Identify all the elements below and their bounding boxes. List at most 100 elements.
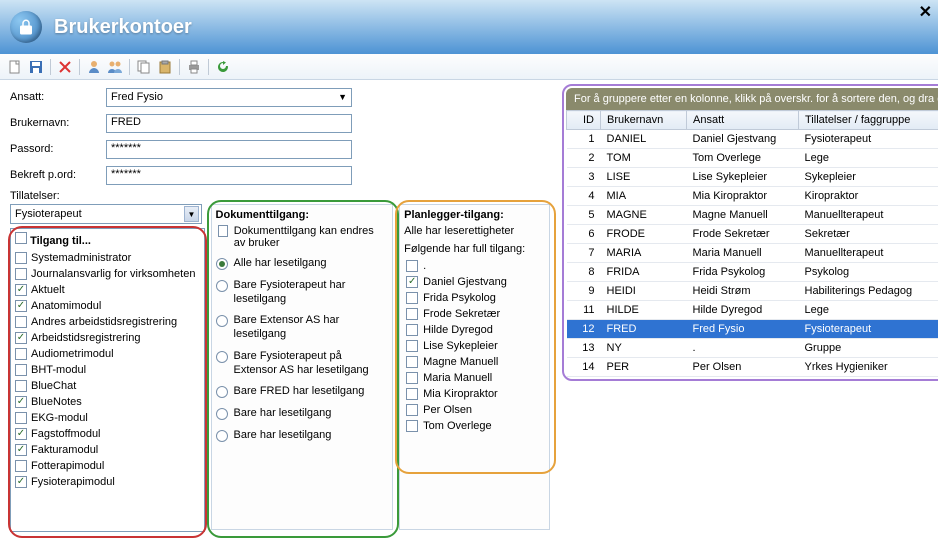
- checkbox-icon[interactable]: [406, 356, 418, 368]
- planner-item[interactable]: Tom Overlege: [404, 418, 545, 434]
- save-icon[interactable]: [27, 58, 45, 76]
- checkbox-icon[interactable]: [406, 324, 418, 336]
- tilgang-item[interactable]: Journalansvarlig for virksomheten: [11, 266, 204, 282]
- bekreft-input[interactable]: *******: [106, 166, 352, 185]
- tilgang-item[interactable]: Anatomimodul: [11, 298, 204, 314]
- planner-item[interactable]: Lise Sykepleier: [404, 338, 545, 354]
- tilgang-item[interactable]: Fysioterapimodul: [11, 474, 204, 490]
- doc-radio-option[interactable]: Bare Fysioterapeut på Extensor AS har le…: [216, 350, 389, 378]
- delete-icon[interactable]: [56, 58, 74, 76]
- doc-radio-option[interactable]: Bare Extensor AS har lesetilgang: [216, 314, 389, 342]
- doc-radio-option[interactable]: Alle har lesetilgang: [216, 257, 389, 271]
- checkbox-icon[interactable]: [15, 396, 27, 408]
- print-icon[interactable]: [185, 58, 203, 76]
- checkbox-icon[interactable]: [406, 308, 418, 320]
- checkbox-icon[interactable]: [406, 276, 418, 288]
- users-icon[interactable]: [106, 58, 124, 76]
- table-row[interactable]: 12FREDFred FysioFysioterapeut: [567, 320, 938, 339]
- copy-icon[interactable]: [135, 58, 153, 76]
- tilgang-item[interactable]: Systemadministrator: [11, 250, 204, 266]
- table-row[interactable]: 9HEIDIHeidi StrømHabiliterings Pedagog: [567, 282, 938, 301]
- table-row[interactable]: 3LISELise SykepleierSykepleier: [567, 168, 938, 187]
- checkbox-icon[interactable]: [15, 444, 27, 456]
- doc-radio-option[interactable]: Bare har lesetilgang: [216, 407, 389, 421]
- checkbox-icon[interactable]: [15, 348, 27, 360]
- paste-icon[interactable]: [156, 58, 174, 76]
- doc-radio-option[interactable]: Bare Fysioterapeut har lesetilgang: [216, 279, 389, 307]
- checkbox-icon[interactable]: [406, 340, 418, 352]
- col-brukernavn[interactable]: Brukernavn: [601, 111, 687, 130]
- doc-radio-option[interactable]: Bare har lesetilgang: [216, 429, 389, 443]
- table-row[interactable]: 6FRODEFrode SekretærSekretær: [567, 225, 938, 244]
- brukernavn-input[interactable]: FRED: [106, 114, 352, 133]
- tilgang-item[interactable]: Andres arbeidstidsregistrering: [11, 314, 204, 330]
- checkbox-icon[interactable]: [15, 364, 27, 376]
- table-row[interactable]: 2TOMTom OverlegeLege: [567, 149, 938, 168]
- planner-item[interactable]: Frida Psykolog: [404, 290, 545, 306]
- planner-item[interactable]: Daniel Gjestvang: [404, 274, 545, 290]
- col-ansatt[interactable]: Ansatt: [687, 111, 799, 130]
- checkbox-icon[interactable]: [15, 476, 27, 488]
- checkbox-icon[interactable]: [15, 300, 27, 312]
- tilgang-item[interactable]: Fagstoffmodul: [11, 426, 204, 442]
- radio-icon[interactable]: [216, 280, 228, 292]
- user-icon[interactable]: [85, 58, 103, 76]
- tilgang-item[interactable]: Fotterapimodul: [11, 458, 204, 474]
- radio-icon[interactable]: [216, 386, 228, 398]
- table-row[interactable]: 5MAGNEMagne ManuellManuellterapeut: [567, 206, 938, 225]
- planner-item[interactable]: Magne Manuell: [404, 354, 545, 370]
- checkbox-icon[interactable]: [406, 260, 418, 272]
- table-row[interactable]: 8FRIDAFrida PsykologPsykolog: [567, 263, 938, 282]
- radio-icon[interactable]: [216, 430, 228, 442]
- col-tillatelser[interactable]: Tillatelser / faggruppe: [799, 111, 938, 130]
- planner-item[interactable]: Mia Kiropraktor: [404, 386, 545, 402]
- refresh-icon[interactable]: [214, 58, 232, 76]
- tilgang-item[interactable]: BlueNotes: [11, 394, 204, 410]
- table-row[interactable]: 11HILDEHilde DyregodLege: [567, 301, 938, 320]
- radio-icon[interactable]: [216, 351, 228, 363]
- radio-icon[interactable]: [216, 315, 228, 327]
- tillatelser-dropdown[interactable]: Fysioterapeut ▼: [10, 204, 202, 224]
- radio-icon[interactable]: [216, 258, 228, 270]
- tilgang-item[interactable]: BlueChat: [11, 378, 204, 394]
- checkbox-icon[interactable]: [406, 420, 418, 432]
- tilgang-item[interactable]: Fakturamodul: [11, 442, 204, 458]
- passord-input[interactable]: *******: [106, 140, 352, 159]
- checkbox-icon[interactable]: [15, 284, 27, 296]
- checkbox-icon[interactable]: [218, 225, 228, 237]
- col-id[interactable]: ID: [567, 111, 601, 130]
- tilgang-item[interactable]: BHT-modul: [11, 362, 204, 378]
- checkbox-icon[interactable]: [15, 380, 27, 392]
- checkbox-icon[interactable]: [15, 428, 27, 440]
- table-row[interactable]: 14PERPer OlsenYrkes Hygieniker: [567, 358, 938, 377]
- checkbox-icon[interactable]: [406, 404, 418, 416]
- new-icon[interactable]: [6, 58, 24, 76]
- doc-radio-option[interactable]: Bare FRED har lesetilgang: [216, 385, 389, 399]
- tilgang-item[interactable]: EKG-modul: [11, 410, 204, 426]
- ansatt-dropdown[interactable]: Fred Fysio ▼: [106, 88, 352, 107]
- planner-item[interactable]: .: [404, 258, 545, 274]
- checkbox-icon[interactable]: [15, 268, 27, 280]
- tilgang-item[interactable]: Aktuelt: [11, 282, 204, 298]
- tilgang-checklist[interactable]: Tilgang til... SystemadministratorJourna…: [10, 228, 205, 532]
- planner-item[interactable]: Per Olsen: [404, 402, 545, 418]
- checkbox-icon[interactable]: [15, 332, 27, 344]
- close-icon[interactable]: ✕: [919, 2, 932, 22]
- doc-changeable-row[interactable]: Dokumenttilgang kan endres av bruker: [218, 225, 389, 249]
- tilgang-item[interactable]: Audiometrimodul: [11, 346, 204, 362]
- table-row[interactable]: 4MIAMia KiropraktorKiropraktor: [567, 187, 938, 206]
- radio-icon[interactable]: [216, 408, 228, 420]
- checkbox-icon[interactable]: [15, 232, 27, 244]
- checkbox-icon[interactable]: [15, 412, 27, 424]
- planner-item[interactable]: Hilde Dyregod: [404, 322, 545, 338]
- tilgang-item[interactable]: Arbeidstidsregistrering: [11, 330, 204, 346]
- checkbox-icon[interactable]: [406, 388, 418, 400]
- table-row[interactable]: 13NY.Gruppe: [567, 339, 938, 358]
- planner-item[interactable]: Maria Manuell: [404, 370, 545, 386]
- checkbox-icon[interactable]: [15, 460, 27, 472]
- table-row[interactable]: 7MARIAMaria ManuellManuellterapeut: [567, 244, 938, 263]
- checkbox-icon[interactable]: [15, 252, 27, 264]
- checkbox-icon[interactable]: [406, 372, 418, 384]
- users-table[interactable]: ID Brukernavn Ansatt Tillatelser / faggr…: [566, 110, 938, 377]
- checkbox-icon[interactable]: [15, 316, 27, 328]
